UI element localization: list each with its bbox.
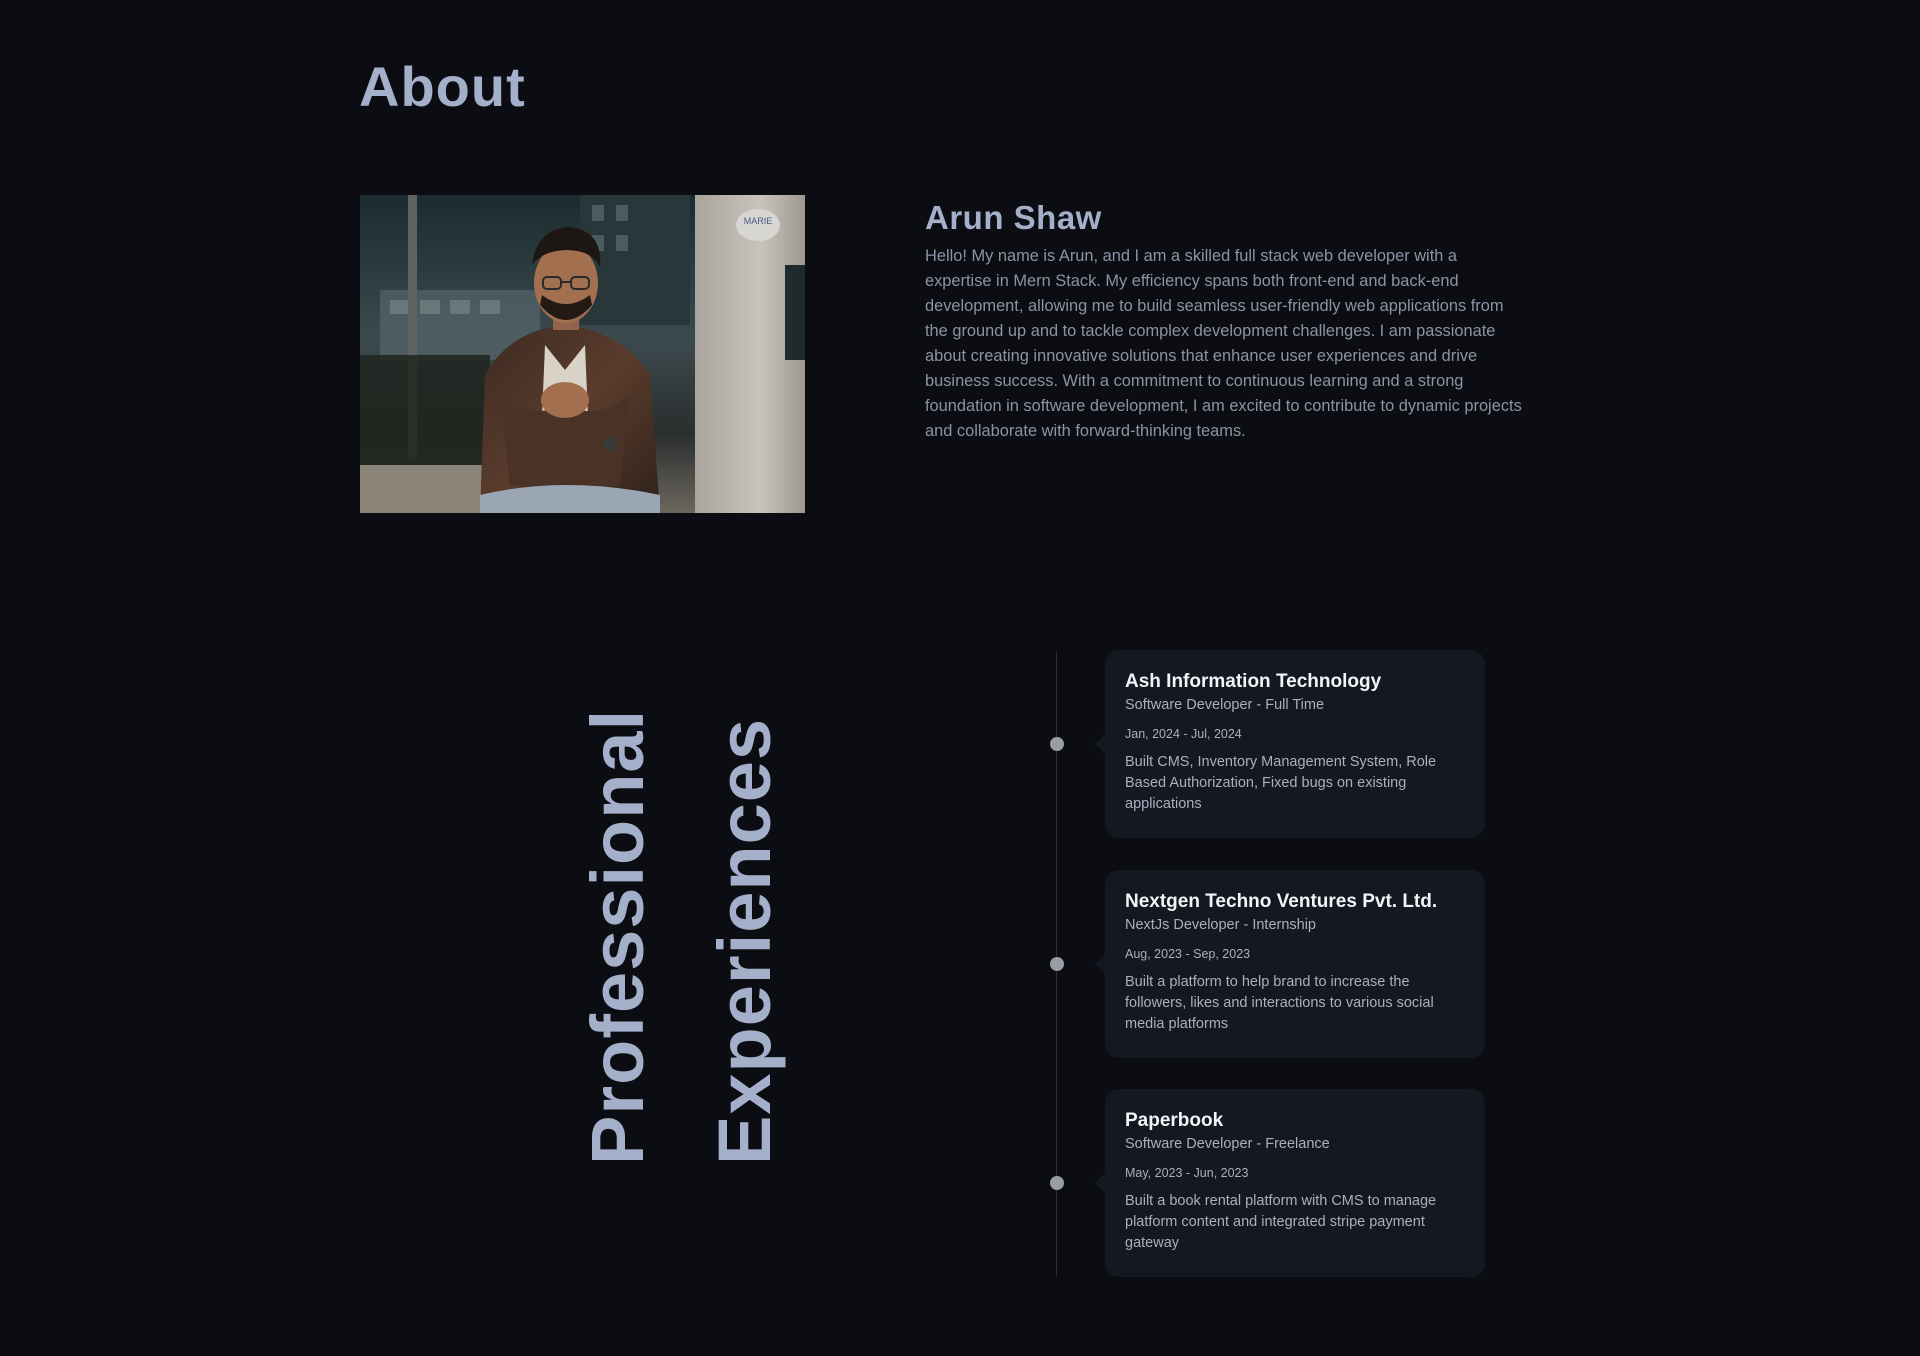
timeline-dot bbox=[1050, 737, 1064, 751]
experience-heading-word-1: Professional bbox=[576, 708, 659, 1165]
experience-card: Paperbook Software Developer - Freelance… bbox=[1095, 1089, 1485, 1277]
timeline-dot bbox=[1050, 1176, 1064, 1190]
experience-description: Built a platform to help brand to increa… bbox=[1125, 974, 1434, 1032]
about-title: About bbox=[359, 55, 526, 118]
profile-photo: MARIE bbox=[360, 195, 805, 513]
experience-role: Software Developer - Freelance bbox=[1125, 1136, 1330, 1152]
experience-company: Paperbook bbox=[1125, 1110, 1224, 1131]
experience-description: Built CMS, Inventory Management System, … bbox=[1125, 754, 1437, 812]
experience-card: Nextgen Techno Ventures Pvt. Ltd. NextJs… bbox=[1095, 870, 1485, 1058]
experience-role: NextJs Developer - Internship bbox=[1125, 917, 1316, 933]
experience-dates: May, 2023 - Jun, 2023 bbox=[1125, 1166, 1249, 1180]
profile-photo-illustration: MARIE bbox=[360, 195, 805, 513]
experience-heading-word-2: Experiences bbox=[703, 717, 786, 1165]
timeline-dot bbox=[1050, 957, 1064, 971]
experience-role: Software Developer - Full Time bbox=[1125, 697, 1325, 713]
experience-company: Ash Information Technology bbox=[1125, 671, 1382, 692]
about-name: Arun Shaw bbox=[925, 199, 1102, 236]
photo-sign-text: MARIE bbox=[744, 216, 773, 226]
experience-dates: Jan, 2024 - Jul, 2024 bbox=[1125, 727, 1242, 741]
about-page: About MARIE Arun Shaw Hello! My name is … bbox=[0, 0, 1920, 1356]
experience-card: Ash Information Technology Software Deve… bbox=[1095, 650, 1485, 838]
experience-dates: Aug, 2023 - Sep, 2023 bbox=[1125, 947, 1251, 961]
experience-company: Nextgen Techno Ventures Pvt. Ltd. bbox=[1125, 891, 1438, 912]
experience-description: Built a book rental platform with CMS to… bbox=[1125, 1193, 1437, 1251]
about-bio: Hello! My name is Arun, and I am a skill… bbox=[925, 247, 1522, 440]
